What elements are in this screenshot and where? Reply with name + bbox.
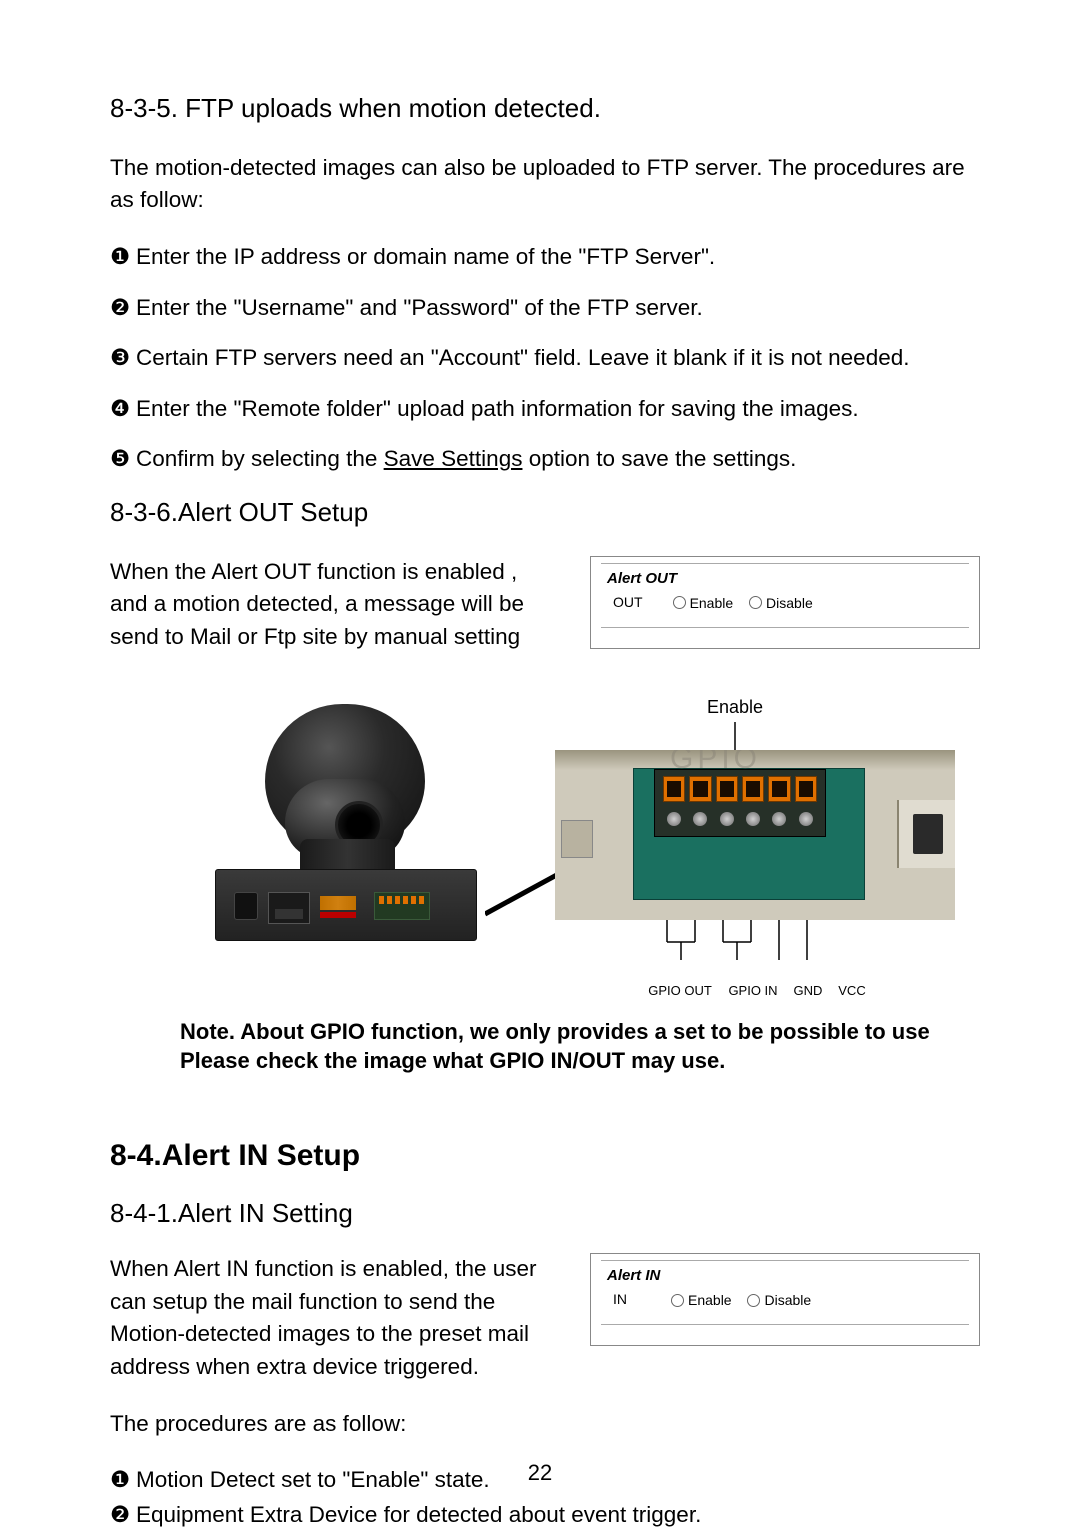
step-text: Enter the "Remote folder" upload path in… [136, 396, 859, 421]
alert-out-title: Alert OUT [607, 568, 969, 590]
note-line-1: Note. About GPIO function, we only provi… [180, 1019, 930, 1044]
disable-radio-label: Disable [764, 1292, 811, 1308]
bullet-icon: ❸ [110, 342, 136, 375]
bullet-icon: ❺ [110, 443, 136, 476]
enable-label: Enable [515, 694, 955, 720]
alert-in-title: Alert IN [607, 1265, 969, 1287]
bullet-icon: ❶ [110, 241, 136, 274]
ftp-step-5: ❺Confirm by selecting the Save Settings … [110, 443, 980, 476]
alert-in-para: When Alert IN function is enabled, the u… [110, 1253, 550, 1384]
gpio-pin-diagram [555, 920, 955, 984]
gpio-illustration: Enable GPIO [555, 694, 955, 1001]
gpio-note: Note. About GPIO function, we only provi… [180, 1017, 980, 1076]
enable-callout-line [555, 722, 955, 750]
heading-8-3-6: 8-3-6.Alert OUT Setup [110, 494, 980, 532]
radio-icon[interactable] [673, 596, 686, 609]
alert-out-para: When the Alert OUT function is enabled ,… [110, 556, 550, 654]
gpio-out-label: GPIO OUT [645, 982, 715, 1001]
step-text: Enter the "Username" and "Password" of t… [136, 295, 703, 320]
ftp-step-4: ❹Enter the "Remote folder" upload path i… [110, 393, 980, 426]
ftp-step-2: ❷Enter the "Username" and "Password" of … [110, 292, 980, 325]
note-line-2: Please check the image what GPIO IN/OUT … [180, 1048, 725, 1073]
radio-icon[interactable] [671, 1294, 684, 1307]
save-settings-text: Save Settings [384, 446, 523, 471]
enable-radio-label: Enable [690, 595, 734, 611]
enable-radio-label: Enable [688, 1292, 732, 1308]
heading-8-3-5: 8-3-5. FTP uploads when motion detected. [110, 90, 980, 128]
radio-icon[interactable] [749, 596, 762, 609]
step-text: Equipment Extra Device for detected abou… [136, 1502, 701, 1527]
heading-8-4: 8-4.Alert IN Setup [110, 1134, 980, 1178]
disable-radio-label: Disable [766, 595, 813, 611]
bullet-icon: ❹ [110, 393, 136, 426]
alert-in-label: IN [613, 1289, 641, 1309]
gpio-gnd-label: GND [791, 982, 825, 1001]
manual-page: 8-3-5. FTP uploads when motion detected.… [0, 0, 1080, 1527]
bullet-icon: ❷ [110, 292, 136, 325]
alert-out-label: OUT [613, 592, 643, 612]
heading-8-4-1: 8-4-1.Alert IN Setting [110, 1195, 980, 1233]
ftp-step-3: ❸Certain FTP servers need an "Account" f… [110, 342, 980, 375]
procedures-intro: The procedures are as follow: [110, 1408, 980, 1441]
camera-illustration [205, 704, 495, 944]
ftp-step-1: ❶Enter the IP address or domain name of … [110, 241, 980, 274]
step-text: Certain FTP servers need an "Account" fi… [136, 345, 909, 370]
alert-in-box: Alert IN IN Enable Disable [590, 1253, 980, 1346]
step-text-b: option to save the settings. [522, 446, 796, 471]
gpio-figure: Enable GPIO [110, 694, 980, 1001]
gpio-in-label: GPIO IN [725, 982, 781, 1001]
page-number: 22 [0, 1457, 1080, 1489]
step-text: Enter the IP address or domain name of t… [136, 244, 715, 269]
gpio-vcc-label: VCC [835, 982, 869, 1001]
radio-icon[interactable] [747, 1294, 760, 1307]
step-text-a: Confirm by selecting the [136, 446, 384, 471]
ftp-intro: The motion-detected images can also be u… [110, 152, 980, 217]
alert-out-box: Alert OUT OUT Enable Disable [590, 556, 980, 649]
